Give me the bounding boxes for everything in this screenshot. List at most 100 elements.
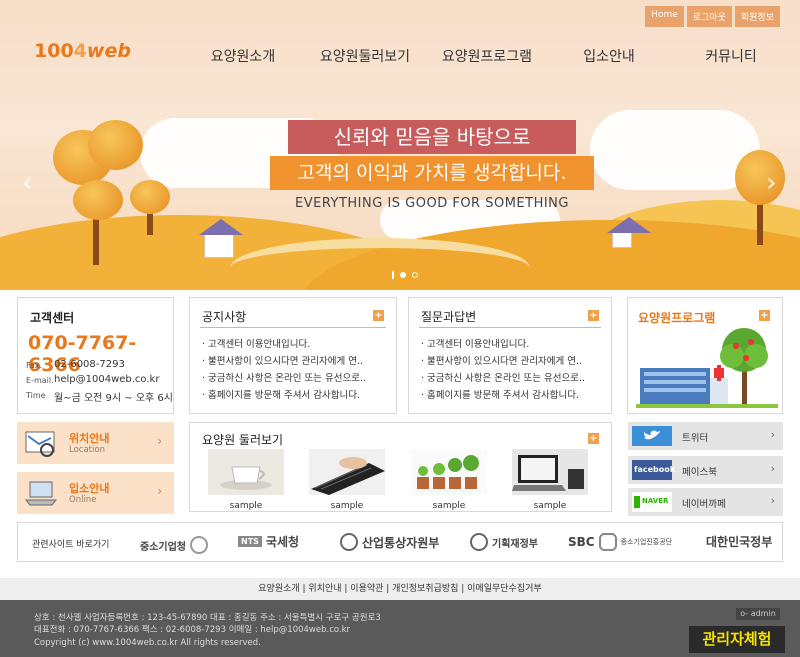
related-sites-label: 관련사이트 바로가기 xyxy=(32,540,110,550)
slide-dot[interactable] xyxy=(392,271,394,279)
location-quick-link[interactable]: 위치안내 Location › xyxy=(17,422,174,464)
nav-admission[interactable]: 입소안내 xyxy=(548,46,670,66)
slogan-line-3: EVERYTHING IS GOOD FOR SOMETHING xyxy=(295,196,569,211)
more-plus-icon[interactable]: + xyxy=(373,310,384,321)
main-nav: 요양원소개 요양원둘러보기 요양원프로그램 입소안내 커뮤니티 xyxy=(182,46,792,66)
slide-dot[interactable] xyxy=(412,272,418,278)
qna-title: 질문과답변 xyxy=(421,310,477,324)
naver-cafe-link[interactable]: NAVER 네이버까페 › xyxy=(628,488,783,516)
related-site-sbc[interactable]: SBC 중소기업진흥공단 xyxy=(568,533,672,551)
sbc-logo-icon xyxy=(598,533,617,551)
site-name: 산업통상자원부 xyxy=(362,535,440,550)
admission-quick-link[interactable]: 입소안내 Online › xyxy=(17,472,174,514)
chevron-right-icon: › xyxy=(157,484,162,498)
gallery-item[interactable]: sample xyxy=(208,449,284,511)
logo-suffix: web xyxy=(86,40,131,62)
list-item[interactable]: · 궁금하신 사항은 온라인 또는 유선으로.. xyxy=(202,370,366,387)
gallery-item[interactable]: sample xyxy=(309,449,385,511)
gallery-caption: sample xyxy=(330,501,364,511)
gallery-item[interactable]: sample xyxy=(512,449,588,511)
more-plus-icon[interactable]: + xyxy=(588,433,599,444)
admin-experience-button[interactable]: 관리자체험 xyxy=(689,626,785,653)
footer-contact-info: 대표전화 : 070-7767-6366 팩스 : 02-6008-7293 이… xyxy=(34,625,351,635)
footer: 상호 : 천사웹 사업자등록번호 : 123-45-67890 대표 : 홍길동… xyxy=(0,600,800,657)
slogan-line-2: 고객의 이익과 가치를 생각합니다. xyxy=(270,156,594,190)
facebook-label: 페이스북 xyxy=(682,467,717,478)
twitter-link[interactable]: 트위터 › xyxy=(628,422,783,450)
related-site-mosf[interactable]: 기획재정부 xyxy=(470,533,538,551)
nav-program[interactable]: 요양원프로그램 xyxy=(426,46,548,66)
keyboard-image xyxy=(309,449,385,495)
footer-copyright: Copyright (c) www.1004web.co.kr All righ… xyxy=(34,638,261,648)
gallery-caption: sample xyxy=(533,501,567,511)
qna-list: · 고객센터 이용안내입니다. · 불편사항이 있으시다면 관리자에게 연.. … xyxy=(421,336,585,404)
list-item[interactable]: · 궁금하신 사항은 온라인 또는 유선으로.. xyxy=(421,370,585,387)
nts-logo-icon: NTS xyxy=(238,536,262,547)
nav-tour[interactable]: 요양원둘러보기 xyxy=(304,46,426,66)
facebook-link[interactable]: facebook 페이스북 › xyxy=(628,456,783,484)
location-sub: Location xyxy=(69,445,105,455)
email-label: E-mail. xyxy=(26,376,54,385)
more-plus-icon[interactable]: + xyxy=(588,310,599,321)
logo-number: 4 xyxy=(73,40,87,62)
customer-center-box: 고객센터 070-7767-6366 Fax. 02-6008-7293 E-m… xyxy=(17,297,174,414)
home-link[interactable]: Home xyxy=(645,6,684,27)
site-name: 대한민국정부 xyxy=(706,535,773,549)
prev-slide-icon[interactable]: ‹ xyxy=(22,168,32,198)
list-item[interactable]: · 불편사항이 있으시다면 관리자에게 연.. xyxy=(421,353,585,370)
next-slide-icon[interactable]: › xyxy=(766,168,776,198)
list-item[interactable]: · 홈페이지를 방문해 주셔서 감사합니다. xyxy=(421,387,585,404)
slide-indicators xyxy=(392,271,418,279)
top-nav: Home 로그아웃 회원정보 xyxy=(645,6,780,27)
naver-cafe-label: 네이버까페 xyxy=(682,499,726,510)
house xyxy=(607,217,651,248)
facebook-logo-text: facebook xyxy=(634,465,676,474)
hospital-illustration xyxy=(636,328,778,408)
member-info-link[interactable]: 회원정보 xyxy=(734,6,780,27)
house xyxy=(199,219,243,258)
time-row: Time 월~금 오전 9시 ~ 오후 6시 xyxy=(26,389,173,404)
site-name: 중소기업청 xyxy=(140,541,186,553)
site-logo[interactable]: 1004web xyxy=(34,40,131,62)
laptop-desk-image xyxy=(512,449,588,495)
location-title: 위치안내 xyxy=(69,432,110,445)
slide-dot-active[interactable] xyxy=(400,272,406,278)
twitter-label: 트위터 xyxy=(682,433,709,444)
gallery-caption: sample xyxy=(229,501,263,511)
gallery-item[interactable]: sample xyxy=(411,449,487,511)
customer-center-title: 고객센터 xyxy=(30,311,75,325)
more-plus-icon[interactable]: + xyxy=(759,310,770,321)
related-site-korea-gov[interactable]: 대한민국정부 xyxy=(706,533,772,550)
footer-nav[interactable]: 요양원소개 | 위치안내 | 이용약관 | 개인정보취급방침 | 이메일무단수집… xyxy=(0,578,800,600)
fax-label: Fax. xyxy=(26,361,43,370)
autumn-tree xyxy=(130,180,170,240)
list-item[interactable]: · 고객센터 이용안내입니다. xyxy=(421,336,585,353)
map-icon xyxy=(25,431,55,457)
related-site-nts[interactable]: NTS 국세청 xyxy=(238,533,299,550)
slogan-line-1: 신뢰와 믿음을 바탕으로 xyxy=(288,120,576,154)
list-item[interactable]: · 고객센터 이용안내입니다. xyxy=(202,336,366,353)
related-site-smba[interactable]: 중소기업청 xyxy=(140,536,208,554)
list-item[interactable]: · 불편사항이 있으시다면 관리자에게 연.. xyxy=(202,353,366,370)
fax-row: Fax. 02-6008-7293 xyxy=(26,359,125,370)
coffee-cup-image xyxy=(208,449,284,495)
notice-title: 공지사항 xyxy=(202,310,247,324)
motie-logo-icon xyxy=(340,533,358,551)
related-site-motie[interactable]: 산업통상자원부 xyxy=(340,533,439,551)
site-name: 기획재정부 xyxy=(492,538,538,550)
program-box[interactable]: 요양원프로그램 + xyxy=(627,297,783,414)
list-item[interactable]: · 홈페이지를 방문해 주셔서 감사합니다. xyxy=(202,387,366,404)
chevron-right-icon: › xyxy=(157,434,162,448)
mosf-logo-icon xyxy=(470,533,488,551)
admin-login-button[interactable]: o- admin xyxy=(736,608,780,620)
logout-link[interactable]: 로그아웃 xyxy=(686,6,732,27)
laptop-icon xyxy=(25,481,57,506)
site-subname: 중소기업진흥공단 xyxy=(620,538,673,546)
nav-community[interactable]: 커뮤니티 xyxy=(670,46,792,66)
qna-box: 질문과답변 + · 고객센터 이용안내입니다. · 불편사항이 있으시다면 관리… xyxy=(408,297,612,414)
chevron-right-icon: › xyxy=(770,428,775,441)
plant-pots-image xyxy=(411,449,487,495)
logo-prefix: 100 xyxy=(34,40,74,62)
site-name: SBC xyxy=(568,535,595,549)
nav-about[interactable]: 요양원소개 xyxy=(182,46,304,66)
